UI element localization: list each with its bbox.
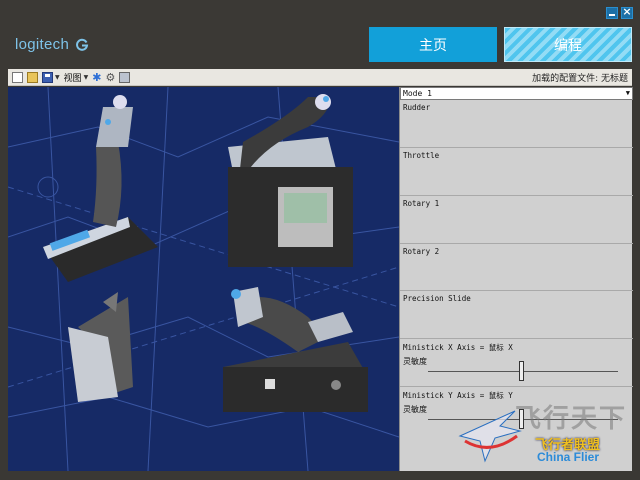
axis-row-rotary-2[interactable]: Rotary 2 — [400, 244, 633, 291]
axis-row-ministick-y[interactable]: Ministick Y Axis = 鼠标 Y 灵敏度 — [400, 387, 633, 471]
title-bar: logitech × 主页 编程 — [0, 0, 640, 70]
axis-label: Rudder — [403, 103, 431, 112]
save-icon[interactable] — [42, 71, 53, 83]
chevron-down-icon[interactable]: ▼ — [626, 88, 630, 99]
open-folder-icon[interactable] — [27, 71, 38, 83]
axis-label: Ministick X Axis = 鼠标 X — [403, 343, 513, 352]
axis-row-rotary-1[interactable]: Rotary 1 — [400, 196, 633, 244]
axis-label: Rotary 2 — [403, 247, 440, 256]
stick-grip-image — [68, 292, 133, 402]
toolbar: ▼ 视图 ▼ ✱ ⚙ 加载的配置文件: 无标题 — [8, 69, 632, 86]
app-window: logitech × 主页 编程 ▼ 视图 ▼ ✱ ⚙ 加载的配置文件: 无标题 — [0, 0, 640, 480]
sensitivity-slider-thumb[interactable] — [519, 409, 524, 429]
axis-row-throttle[interactable]: Throttle — [400, 148, 633, 196]
logitech-g-icon — [76, 38, 89, 51]
mode-select-value: Mode 1 — [403, 89, 432, 98]
axis-config-panel: Mode 1 ▼ Rudder Throttle Rotary 1 Rotary… — [399, 87, 633, 471]
axis-label: Precision Slide — [403, 294, 471, 303]
sensitivity-label: 灵敏度 — [403, 357, 427, 366]
save-dropdown-icon[interactable]: ▼ — [55, 74, 60, 81]
axis-label: Ministick Y Axis = 鼠标 Y — [403, 391, 513, 400]
sensitivity-slider-thumb[interactable] — [519, 361, 524, 381]
close-icon: × — [622, 5, 632, 18]
asterisk-icon[interactable]: ✱ — [92, 71, 101, 84]
minimize-button[interactable] — [606, 7, 618, 19]
loaded-profile-status: 加载的配置文件: 无标题 — [532, 73, 628, 84]
view-menu[interactable]: 视图 — [64, 71, 82, 84]
axis-row-precision-slide[interactable]: Precision Slide — [400, 291, 633, 339]
axis-label: Throttle — [403, 151, 440, 160]
throttle-image — [228, 94, 353, 267]
logo-text: logitech — [15, 36, 70, 53]
axis-row-ministick-x[interactable]: Ministick X Axis = 鼠标 X 灵敏度 — [400, 339, 633, 387]
axis-label: Rotary 1 — [403, 199, 440, 208]
axis-row-rudder[interactable]: Rudder — [400, 100, 633, 148]
program-button[interactable]: 编程 — [504, 27, 632, 62]
home-button[interactable]: 主页 — [369, 27, 497, 62]
new-file-icon[interactable] — [12, 71, 23, 83]
logitech-logo: logitech — [15, 36, 89, 53]
device-image-panel — [8, 87, 399, 471]
mode-select[interactable]: Mode 1 ▼ — [400, 87, 633, 100]
close-button[interactable]: × — [621, 5, 633, 19]
gear-icon[interactable]: ⚙ — [105, 71, 115, 84]
print-icon[interactable] — [119, 71, 131, 83]
joystick-stick-image — [43, 95, 158, 282]
device-illustration — [8, 87, 399, 471]
view-dropdown-icon[interactable]: ▼ — [84, 74, 89, 81]
sensitivity-label: 灵敏度 — [403, 405, 427, 414]
